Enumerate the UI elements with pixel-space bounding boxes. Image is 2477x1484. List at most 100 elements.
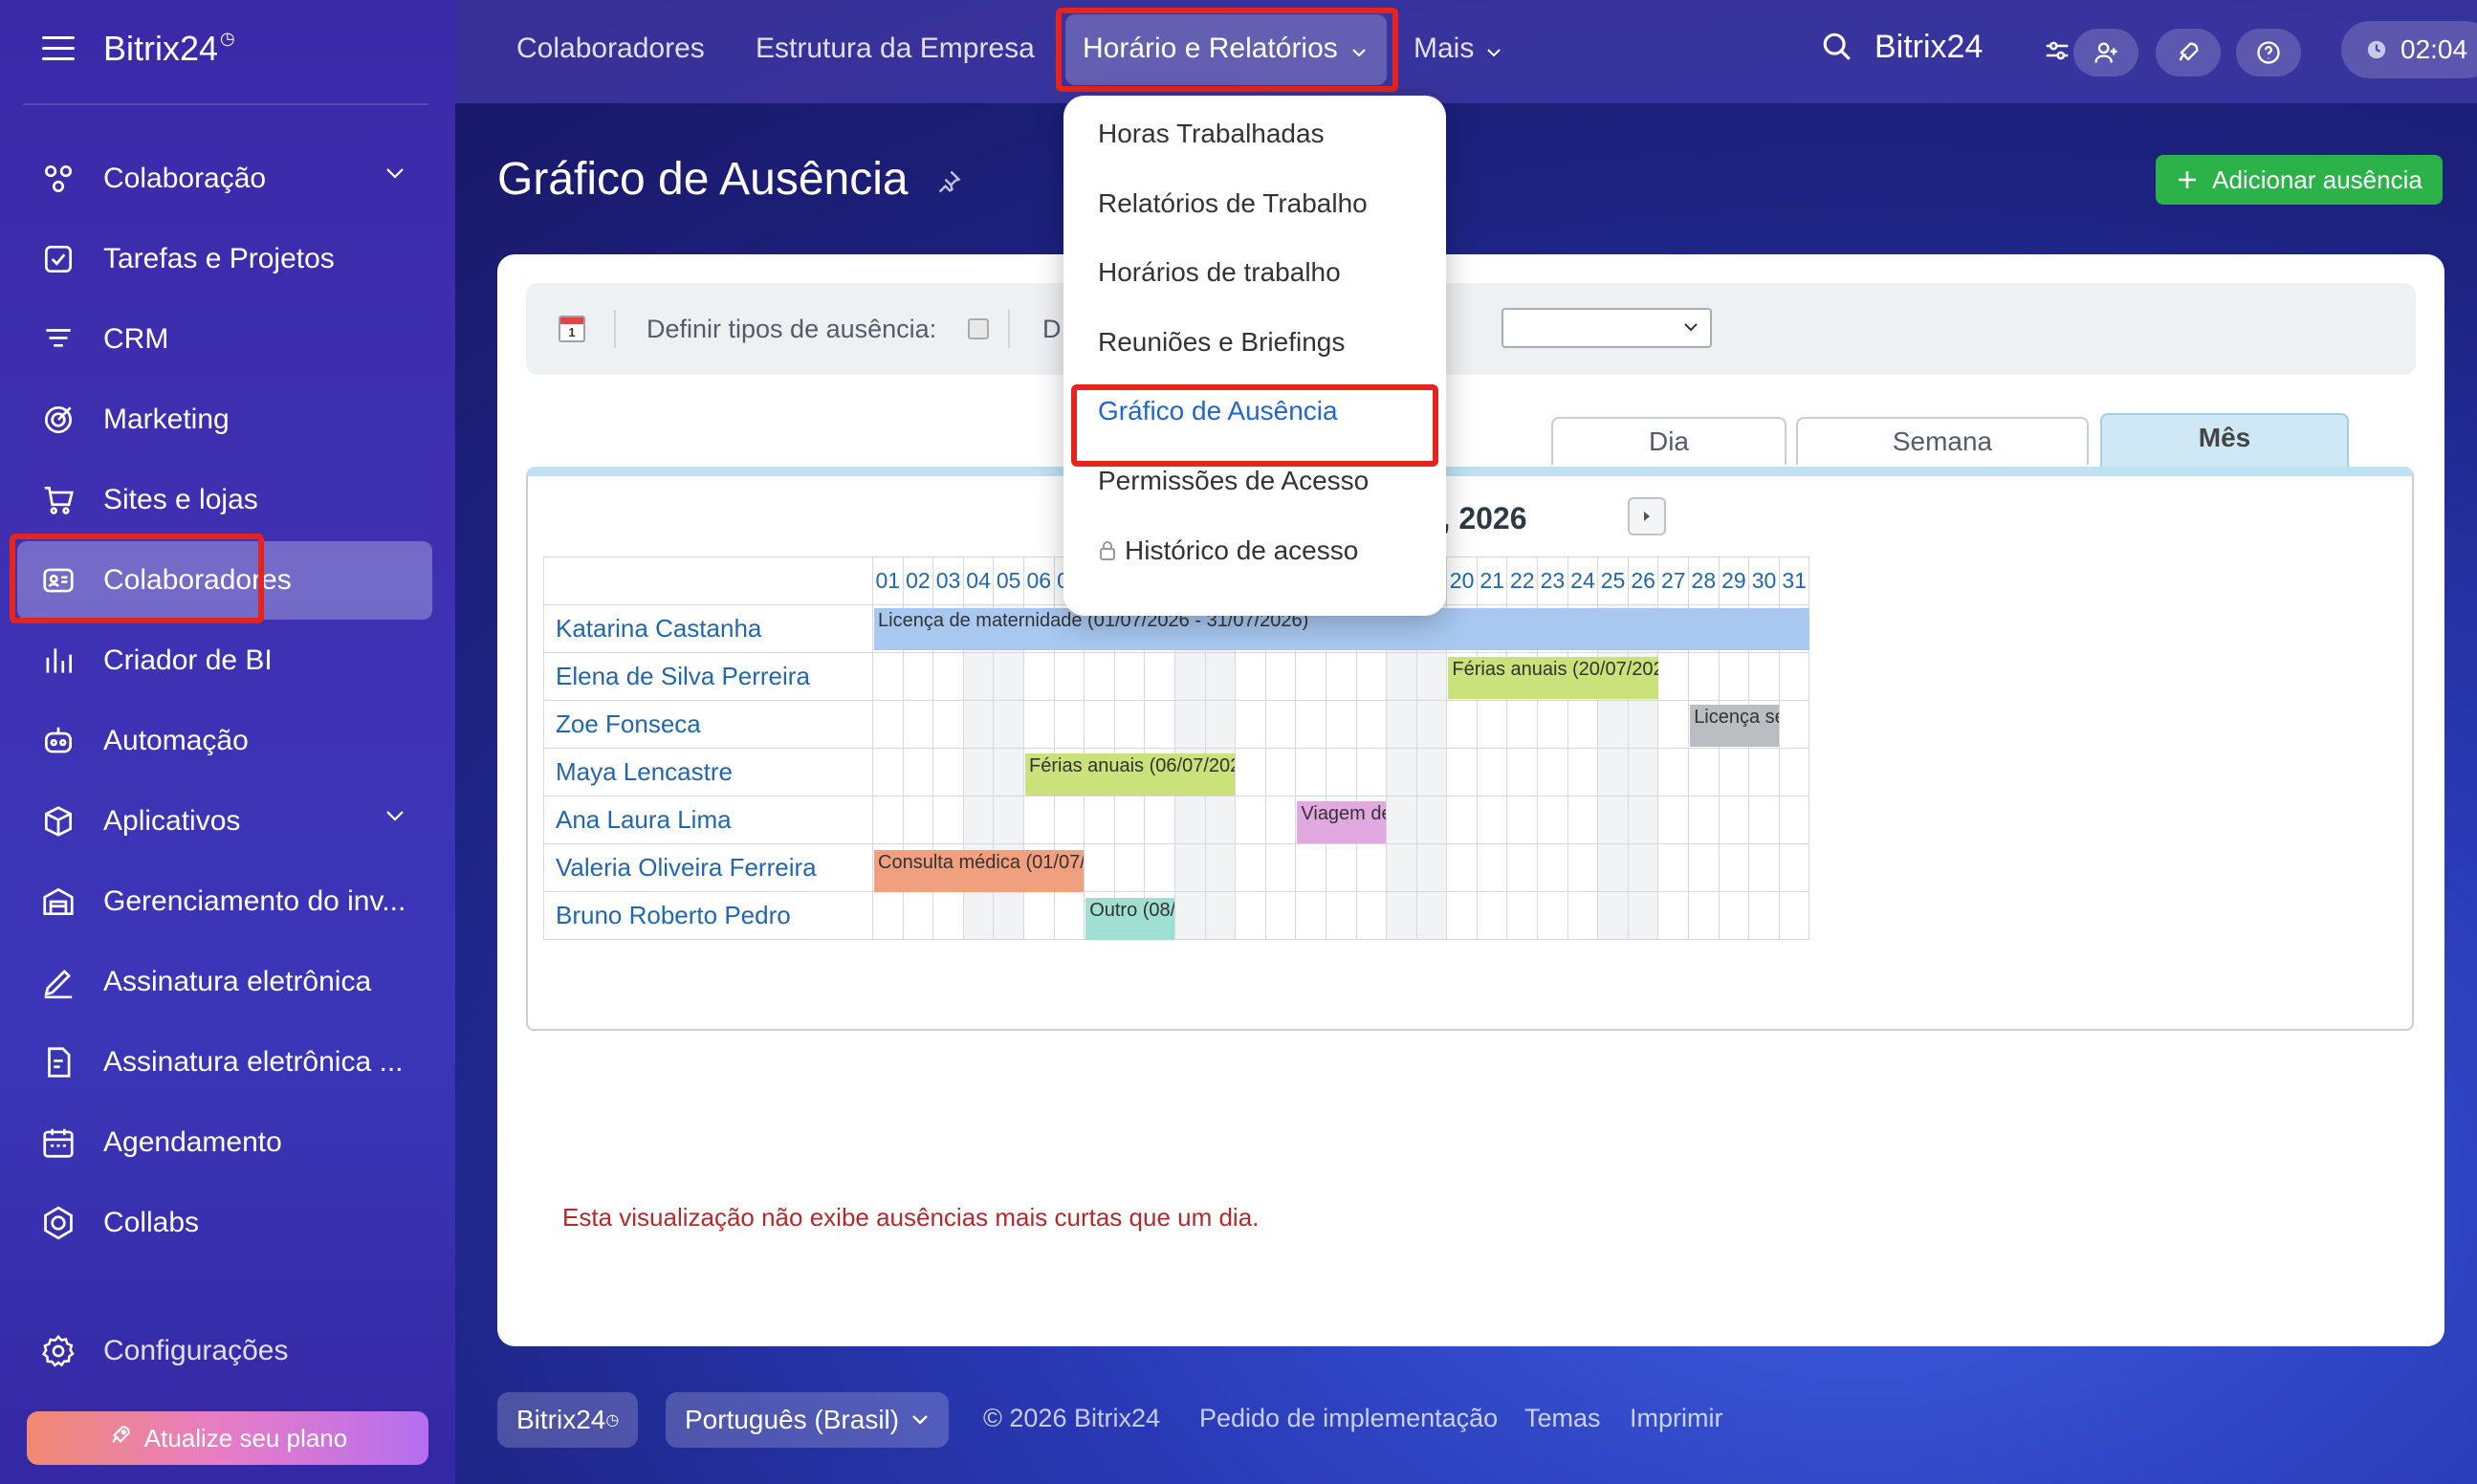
day-cell[interactable] — [1476, 843, 1508, 892]
day-cell[interactable] — [1446, 891, 1478, 940]
absence-bar[interactable]: Férias anuais (20/07/2026 - 26/07/20 — [1448, 656, 1658, 699]
day-cell[interactable] — [1084, 796, 1115, 844]
day-header[interactable]: 30 — [1748, 556, 1780, 605]
dropdown-item-permissoes-de-acesso[interactable]: Permissões de Acesso — [1098, 466, 1369, 496]
day-cell[interactable] — [1022, 796, 1055, 844]
dropdown-item-reunioes-e-briefings[interactable]: Reuniões e Briefings — [1098, 327, 1345, 358]
day-cell[interactable] — [1627, 796, 1659, 844]
day-cell[interactable] — [1476, 748, 1508, 797]
day-cell[interactable] — [1748, 843, 1780, 892]
calendar-icon[interactable]: 1 — [559, 316, 585, 342]
day-cell[interactable] — [1084, 700, 1115, 749]
day-cell[interactable] — [1446, 843, 1478, 892]
day-cell[interactable] — [1144, 700, 1175, 749]
day-cell[interactable] — [1537, 796, 1568, 844]
day-cell[interactable] — [872, 796, 904, 844]
day-cell[interactable] — [1113, 652, 1146, 701]
next-month-button[interactable] — [1628, 497, 1666, 535]
sidebar-item-colaboradores[interactable]: Colaboradores — [17, 541, 432, 620]
day-cell[interactable] — [1446, 796, 1478, 844]
day-cell[interactable] — [1355, 700, 1388, 749]
day-cell[interactable] — [1748, 748, 1780, 797]
day-cell[interactable] — [1778, 748, 1810, 797]
department-select[interactable] — [1502, 308, 1712, 348]
topnav-colaboradores[interactable]: Colaboradores — [516, 33, 705, 65]
day-cell[interactable] — [1567, 748, 1599, 797]
day-cell[interactable] — [1295, 748, 1326, 797]
day-cell[interactable] — [932, 891, 964, 940]
absence-bar[interactable]: Licença sem ven — [1690, 705, 1779, 747]
sidebar-item-marketing[interactable]: Marketing — [17, 381, 432, 459]
day-cell[interactable] — [1506, 748, 1539, 797]
day-cell[interactable] — [1748, 796, 1780, 844]
day-cell[interactable] — [1264, 843, 1297, 892]
day-cell[interactable] — [1657, 700, 1690, 749]
day-cell[interactable] — [1718, 891, 1750, 940]
sidebar-item-colabora-o[interactable]: Colaboração — [17, 140, 432, 218]
day-cell[interactable] — [872, 748, 904, 797]
sidebar-item-aplicativos[interactable]: Aplicativos — [17, 782, 432, 861]
day-cell[interactable] — [1567, 796, 1599, 844]
day-cell[interactable] — [1657, 891, 1690, 940]
day-header[interactable]: 04 — [962, 556, 995, 605]
day-cell[interactable] — [872, 891, 904, 940]
day-cell[interactable] — [1053, 891, 1085, 940]
day-cell[interactable] — [1597, 700, 1629, 749]
day-cell[interactable] — [1688, 796, 1720, 844]
day-cell[interactable] — [1506, 700, 1539, 749]
employee-name[interactable]: Maya Lencastre — [543, 748, 873, 797]
rocket-button[interactable] — [2156, 29, 2221, 76]
day-header[interactable]: 02 — [902, 556, 934, 605]
day-cell[interactable] — [1415, 796, 1448, 844]
day-cell[interactable] — [1295, 843, 1326, 892]
footer-link-implementation[interactable]: Pedido de implementação — [1199, 1404, 1498, 1433]
day-cell[interactable] — [1567, 700, 1599, 749]
day-cell[interactable] — [1446, 748, 1478, 797]
day-cell[interactable] — [902, 748, 934, 797]
day-cell[interactable] — [962, 700, 995, 749]
day-cell[interactable] — [1597, 891, 1629, 940]
day-cell[interactable] — [962, 748, 995, 797]
day-cell[interactable] — [1386, 843, 1417, 892]
day-cell[interactable] — [1173, 796, 1206, 844]
upgrade-plan-button[interactable]: Atualize seu plano — [27, 1411, 428, 1465]
day-cell[interactable] — [872, 652, 904, 701]
day-cell[interactable] — [1537, 891, 1568, 940]
day-cell[interactable] — [1778, 796, 1810, 844]
pin-icon[interactable] — [935, 168, 962, 202]
day-cell[interactable] — [1657, 748, 1690, 797]
sidebar-item-settings[interactable]: Configurações — [17, 1312, 432, 1390]
day-cell[interactable] — [1295, 891, 1326, 940]
sidebar-item-criador-de-bi[interactable]: Criador de BI — [17, 622, 432, 700]
day-cell[interactable] — [1748, 891, 1780, 940]
day-header[interactable]: 03 — [932, 556, 964, 605]
day-cell[interactable] — [1778, 891, 1810, 940]
day-cell[interactable] — [1022, 700, 1055, 749]
day-cell[interactable] — [1688, 891, 1720, 940]
language-select[interactable]: Português (Brasil) — [666, 1392, 950, 1448]
day-cell[interactable] — [962, 796, 995, 844]
day-cell[interactable] — [1113, 796, 1146, 844]
employee-name[interactable]: Katarina Castanha — [543, 604, 873, 653]
day-cell[interactable] — [1627, 891, 1659, 940]
day-cell[interactable] — [1567, 843, 1599, 892]
sidebar-item-agendamento[interactable]: Agendamento — [17, 1103, 432, 1182]
day-cell[interactable] — [1537, 748, 1568, 797]
day-cell[interactable] — [902, 700, 934, 749]
day-header[interactable]: 31 — [1778, 556, 1810, 605]
sidebar-item-tarefas-e-projetos[interactable]: Tarefas e Projetos — [17, 220, 432, 298]
day-cell[interactable] — [1446, 700, 1478, 749]
day-cell[interactable] — [993, 700, 1024, 749]
day-cell[interactable] — [1355, 843, 1388, 892]
sidebar-item-gerenciamento-do-inv[interactable]: Gerenciamento do inv... — [17, 862, 432, 941]
day-cell[interactable] — [1688, 843, 1720, 892]
day-cell[interactable] — [1295, 700, 1326, 749]
tab-dia[interactable]: Dia — [1551, 417, 1787, 465]
employee-name[interactable]: Ana Laura Lima — [543, 796, 873, 844]
day-header[interactable]: 24 — [1567, 556, 1599, 605]
day-cell[interactable] — [1235, 891, 1266, 940]
day-header[interactable]: 22 — [1506, 556, 1539, 605]
day-cell[interactable] — [1386, 700, 1417, 749]
day-cell[interactable] — [1173, 891, 1206, 940]
day-cell[interactable] — [1506, 843, 1539, 892]
